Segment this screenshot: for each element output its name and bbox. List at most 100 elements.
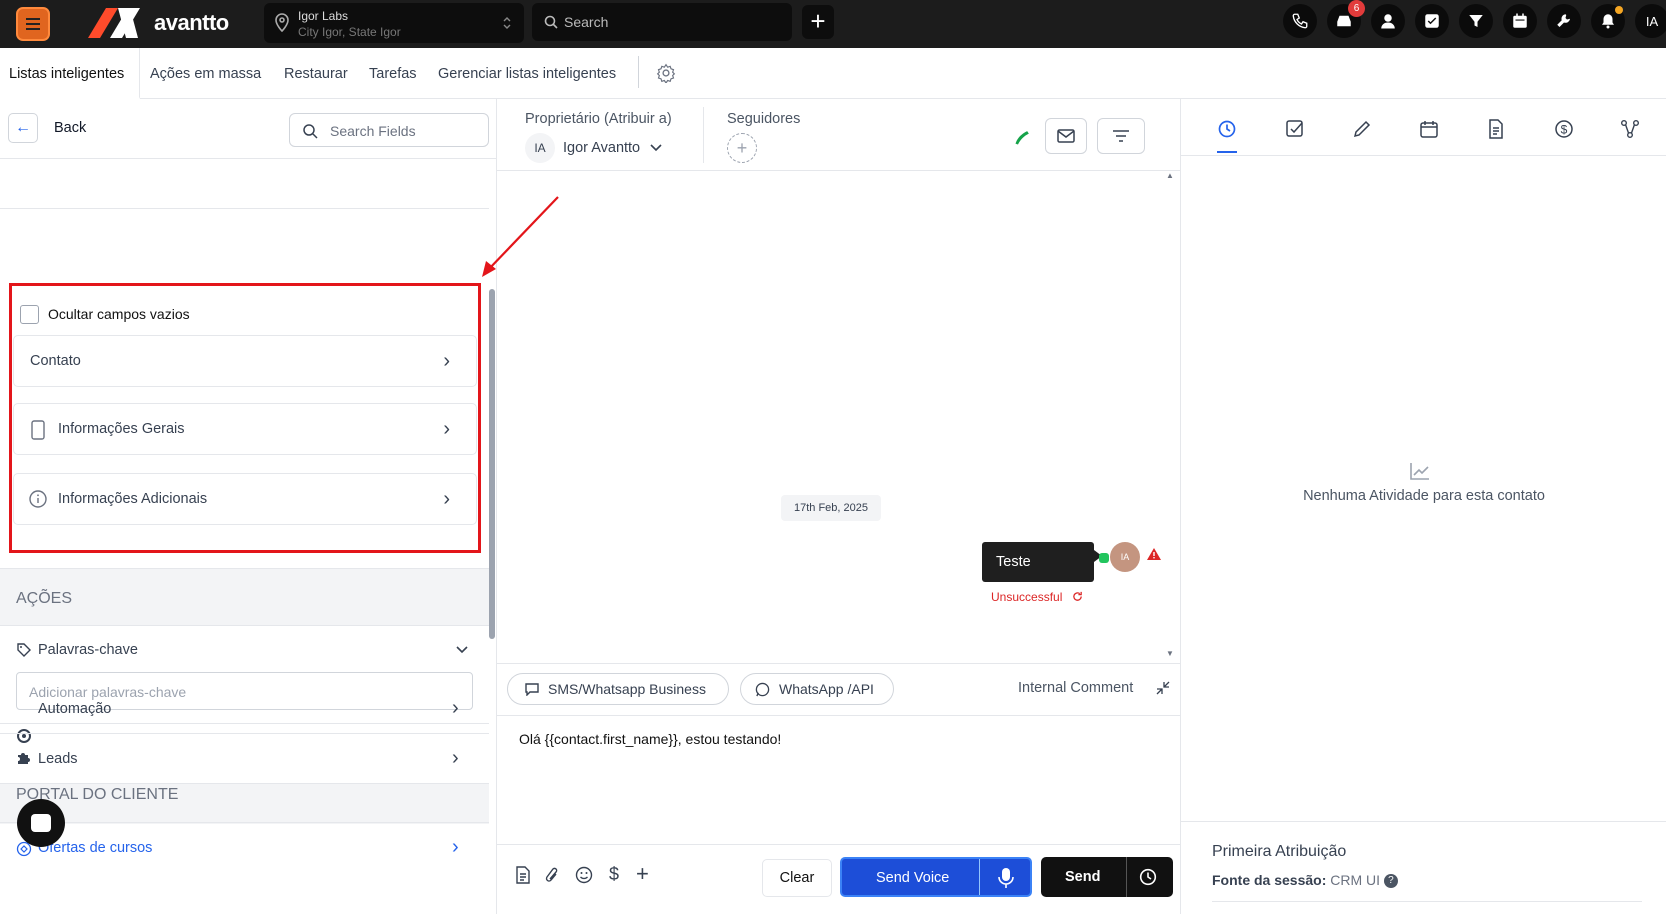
automation-row[interactable]: Automação: [38, 701, 111, 717]
empty-activity-text: Nenhuma Atividade para esta contato: [1303, 488, 1545, 504]
tab-payments[interactable]: $: [1552, 117, 1576, 141]
tab-tasks[interactable]: Tarefas: [369, 66, 417, 82]
calendar-button[interactable]: [1503, 4, 1537, 38]
conversation-panel: Proprietário (Atribuir a) IA Igor Avantt…: [497, 99, 1180, 914]
schedule-clock-icon[interactable]: [1139, 868, 1157, 886]
course-offers-link[interactable]: Ofertas de cursos: [38, 840, 152, 856]
search-icon: [544, 15, 558, 29]
tab-appointments[interactable]: [1417, 117, 1441, 141]
notification-count-badge: 6: [1348, 0, 1365, 17]
message-draft-text[interactable]: Olá {{contact.first_name}}, estou testan…: [519, 731, 781, 747]
tab-bulk-actions[interactable]: Ações em massa: [150, 66, 261, 82]
top-bar: avantto Igor Labs City Igor, State Igor …: [0, 0, 1666, 48]
user-avatar-button[interactable]: IA: [1635, 4, 1666, 38]
chevron-right-icon: ›: [443, 488, 450, 510]
section-additional-info[interactable]: Informações Adicionais ›: [13, 473, 477, 525]
notifications-button[interactable]: [1591, 4, 1625, 38]
channel-whatsapp-tab[interactable]: WhatsApp /API: [740, 673, 894, 705]
tab-activity[interactable]: [1215, 117, 1239, 141]
retry-icon[interactable]: [1072, 591, 1083, 602]
section-general-info-label: Informações Gerais: [58, 421, 185, 437]
actions-header-label: AÇÕES: [16, 590, 73, 607]
location-address: City Igor, State Igor: [298, 25, 401, 39]
document-icon: [1489, 119, 1503, 139]
leads-row[interactable]: Leads: [38, 751, 78, 767]
sub-navigation: Listas inteligentes Ações em massa Resta…: [0, 48, 1666, 99]
chevron-down-icon[interactable]: [650, 144, 662, 152]
settings-tools-button[interactable]: [1547, 4, 1581, 38]
message-bubble[interactable]: Teste: [982, 542, 1094, 582]
chat-widget-button[interactable]: [17, 799, 65, 847]
tasks-button[interactable]: [1415, 4, 1449, 38]
hamburger-menu-button[interactable]: [16, 7, 50, 41]
activity-clock-icon: [1218, 120, 1236, 138]
scroll-down-arrow[interactable]: ▼: [1166, 649, 1174, 658]
internal-comment-tab[interactable]: Internal Comment: [1018, 680, 1133, 696]
payment-icon[interactable]: $: [609, 864, 619, 885]
global-search-input[interactable]: Search: [532, 3, 792, 41]
channel-badge-icon: [1099, 553, 1109, 563]
section-contact-label: Contato: [30, 353, 81, 369]
divider: [703, 107, 704, 163]
collapse-icon[interactable]: [1156, 681, 1170, 695]
tab-workflows[interactable]: [1618, 117, 1642, 141]
template-icon[interactable]: [515, 866, 531, 884]
scroll-up-arrow[interactable]: ▲: [1166, 171, 1174, 180]
tab-documents[interactable]: [1484, 117, 1508, 141]
tab-restore[interactable]: Restaurar: [284, 66, 348, 82]
back-row: ← Back Search Fields: [0, 99, 496, 159]
subnav-divider: [638, 56, 639, 88]
help-icon[interactable]: ?: [1383, 874, 1398, 889]
calendar-icon: [1513, 13, 1527, 28]
back-arrow-button[interactable]: ←: [8, 113, 38, 143]
attachment-icon[interactable]: [545, 866, 559, 884]
brand-logo[interactable]: avantto: [88, 6, 229, 40]
clear-button[interactable]: Clear: [762, 859, 832, 897]
tab-smart-lists[interactable]: Listas inteligentes: [9, 66, 124, 82]
section-general-info[interactable]: Informações Gerais ›: [13, 403, 477, 455]
contacts-button[interactable]: [1371, 4, 1405, 38]
search-icon: [303, 124, 318, 139]
hide-empty-fields-checkbox[interactable]: [20, 305, 39, 324]
tab-tasks[interactable]: [1283, 117, 1307, 141]
warning-icon: [1147, 548, 1161, 560]
contact-details-panel: ← Back Search Fields Ocultar campos vazi…: [0, 99, 497, 914]
owner-select[interactable]: Igor Avantto: [563, 140, 640, 156]
send-button[interactable]: Send: [1041, 857, 1173, 897]
tab-notes[interactable]: [1350, 117, 1374, 141]
channel-sms-tab[interactable]: SMS/Whatsapp Business: [507, 673, 729, 705]
chevron-right-icon: ›: [452, 836, 459, 858]
session-source-label: Fonte da sessão:: [1212, 872, 1327, 888]
quick-add-button[interactable]: +: [802, 5, 834, 39]
location-name: Igor Labs: [298, 9, 349, 23]
divider: [1181, 155, 1666, 156]
hide-empty-fields-label: Ocultar campos vazios: [48, 306, 190, 322]
updown-chevron-icon: [503, 17, 511, 29]
followers-label: Seguidores: [727, 111, 801, 127]
gear-icon[interactable]: [656, 63, 676, 83]
phone-button[interactable]: [1283, 4, 1317, 38]
keywords-label: Palavras-chave: [38, 642, 138, 658]
scrollbar[interactable]: [489, 289, 495, 639]
emoji-icon[interactable]: [575, 866, 593, 884]
location-switcher[interactable]: Igor Labs City Igor, State Igor: [264, 3, 524, 43]
opportunities-button[interactable]: [1459, 4, 1493, 38]
microphone-icon[interactable]: [998, 867, 1014, 889]
puzzle-icon: [18, 753, 30, 764]
add-follower-button[interactable]: +: [727, 133, 757, 163]
search-fields-input[interactable]: Search Fields: [289, 113, 489, 147]
filter-button[interactable]: [1097, 118, 1145, 154]
workflow-icon: [1621, 120, 1639, 138]
back-label[interactable]: Back: [54, 120, 86, 136]
session-source-value: CRM UI: [1330, 872, 1381, 888]
email-button[interactable]: [1045, 118, 1087, 154]
tab-manage-smart-lists[interactable]: Gerenciar listas inteligentes: [438, 66, 616, 82]
chevron-right-icon: ›: [443, 350, 450, 372]
inbox-button[interactable]: 6: [1327, 0, 1365, 38]
channel-sms-label: SMS/Whatsapp Business: [548, 681, 706, 697]
section-contact[interactable]: Contato ›: [13, 335, 477, 387]
send-voice-button[interactable]: Send Voice: [840, 857, 1032, 897]
chevron-down-icon[interactable]: [456, 645, 468, 655]
call-icon[interactable]: [1013, 127, 1033, 147]
add-more-icon[interactable]: +: [636, 861, 649, 887]
